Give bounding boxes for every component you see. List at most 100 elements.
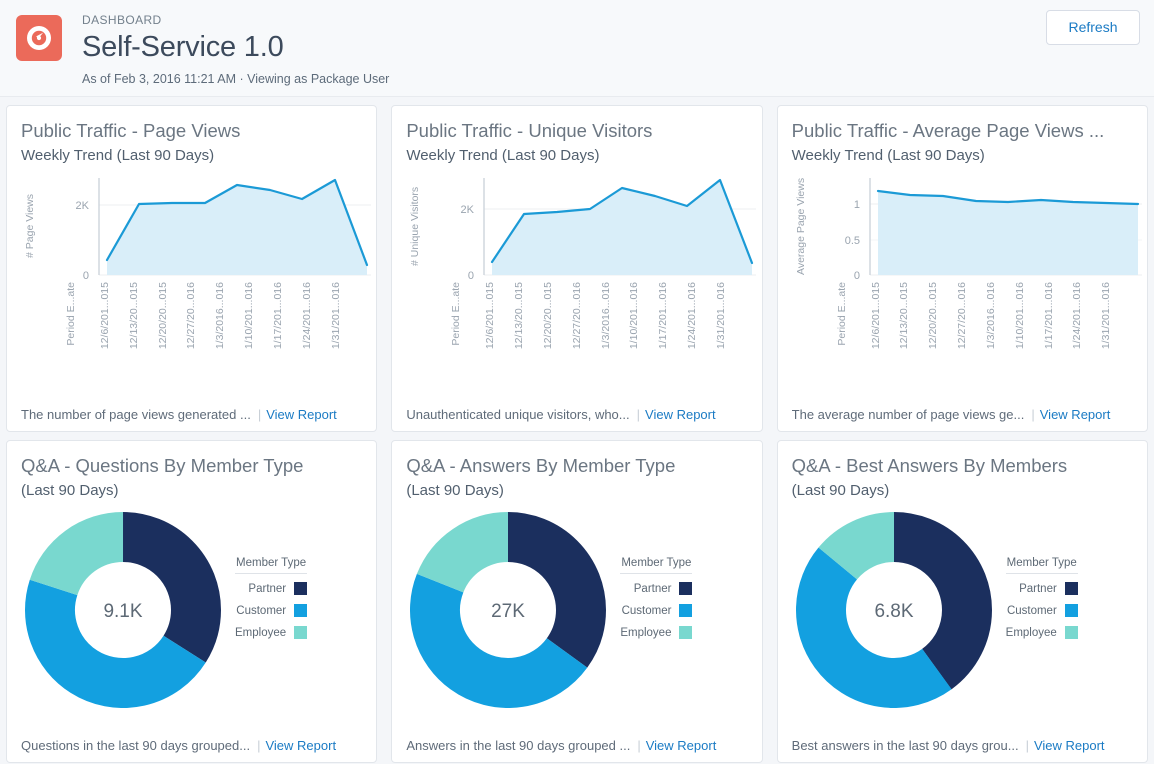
- dashboard-card-answers-by-member-type[interactable]: Q&A - Answers By Member Type (Last 90 Da…: [391, 440, 762, 763]
- x-tick-label: 1/31/201...016: [1100, 282, 1129, 349]
- x-axis-title: Period E...ate: [450, 282, 462, 346]
- x-tick-label: 1/3/2016...016: [214, 282, 243, 349]
- card-footer: Best answers in the last 90 days grou...…: [792, 728, 1135, 762]
- x-tick-label: 1/31/201...016: [330, 282, 359, 349]
- card-description: Answers in the last 90 days grouped ...: [406, 738, 630, 753]
- legend-item-employee[interactable]: Employee: [620, 622, 692, 644]
- legend-item-partner[interactable]: Partner: [620, 578, 692, 600]
- dashboard-status-subtitle: As of Feb 3, 2016 11:21 AM · Viewing as …: [82, 70, 1138, 88]
- legend-item-customer[interactable]: Customer: [235, 600, 307, 622]
- view-report-link[interactable]: View Report: [265, 738, 336, 753]
- x-tick-label: 12/6/201...015: [484, 282, 513, 349]
- card-description: The average number of page views ge...: [792, 407, 1025, 422]
- legend-item-employee[interactable]: Employee: [1006, 622, 1078, 644]
- legend-label: Employee: [1006, 627, 1057, 639]
- card-title: Public Traffic - Page Views: [21, 118, 362, 144]
- legend-title: Member Type: [620, 557, 692, 574]
- card-subtitle: Weekly Trend (Last 90 Days): [792, 144, 1133, 168]
- refresh-button[interactable]: Refresh: [1046, 10, 1140, 45]
- card-footer: Answers in the last 90 days grouped ... …: [406, 728, 749, 762]
- view-report-link[interactable]: View Report: [266, 407, 337, 422]
- card-title: Public Traffic - Unique Visitors: [406, 118, 747, 144]
- footer-separator: |: [637, 407, 640, 422]
- donut-legend: Member Type Partner Customer Employee: [620, 557, 692, 644]
- legend-swatch-partner: [1065, 582, 1078, 595]
- x-tick-label: 1/3/2016...016: [600, 282, 629, 349]
- legend-label: Customer: [236, 605, 286, 617]
- card-description: Questions in the last 90 days grouped...: [21, 738, 250, 753]
- dashboard-card-best-answers-by-members[interactable]: Q&A - Best Answers By Members (Last 90 D…: [777, 440, 1148, 763]
- x-tick-label: 1/24/201...016: [301, 282, 330, 349]
- svg-text:2K: 2K: [461, 204, 475, 216]
- donut-svg[interactable]: 6.8K: [796, 512, 992, 708]
- svg-text:1: 1: [854, 199, 860, 211]
- donut-legend: Member Type Partner Customer Employee: [1006, 557, 1078, 644]
- legend-item-partner[interactable]: Partner: [1006, 578, 1078, 600]
- dashboard-grid: Public Traffic - Page Views Weekly Trend…: [0, 97, 1154, 764]
- legend-label: Employee: [235, 627, 286, 639]
- dashboard-row-2: Q&A - Questions By Member Type (Last 90 …: [0, 436, 1154, 764]
- view-report-link[interactable]: View Report: [645, 407, 716, 422]
- legend-swatch-employee: [679, 626, 692, 639]
- card-subtitle: (Last 90 Days): [406, 479, 747, 503]
- legend-title: Member Type: [235, 557, 307, 574]
- dashboard-card-unique-visitors[interactable]: Public Traffic - Unique Visitors Weekly …: [391, 105, 762, 432]
- x-tick-label: 12/20/20...015: [927, 282, 956, 349]
- card-body: 6.8K Member Type Partner Customer: [792, 505, 1133, 762]
- legend-label: Customer: [1007, 605, 1057, 617]
- view-report-link[interactable]: View Report: [1034, 738, 1105, 753]
- legend-swatch-employee: [294, 626, 307, 639]
- x-axis-title: Period E...ate: [836, 282, 848, 346]
- legend-label: Customer: [622, 605, 672, 617]
- svg-text:0: 0: [83, 270, 89, 282]
- legend-label: Partner: [1019, 583, 1057, 595]
- legend-swatch-employee: [1065, 626, 1078, 639]
- x-tick-label: 1/24/201...016: [1071, 282, 1100, 349]
- legend-swatch-customer: [679, 604, 692, 617]
- x-axis-labels: 12/6/201...015 12/13/20...015 12/20/20..…: [484, 282, 743, 349]
- svg-text:0: 0: [468, 270, 474, 282]
- breadcrumb-dashboard: DASHBOARD: [82, 12, 1138, 28]
- x-tick-label: 12/13/20...015: [513, 282, 542, 349]
- x-tick-label: 1/31/201...016: [715, 282, 744, 349]
- x-axis-title: Period E...ate: [65, 282, 77, 346]
- svg-text:0: 0: [854, 270, 860, 282]
- dashboard-card-page-views[interactable]: Public Traffic - Page Views Weekly Trend…: [6, 105, 377, 432]
- legend-item-customer[interactable]: Customer: [620, 600, 692, 622]
- card-footer: The average number of page views ge... |…: [792, 397, 1135, 431]
- donut-chart-questions: 9.1K Member Type Partner Customer: [21, 505, 362, 715]
- x-axis-labels: 12/6/201...015 12/13/20...015 12/20/20..…: [99, 282, 358, 349]
- legend-item-customer[interactable]: Customer: [1006, 600, 1078, 622]
- card-body: 9.1K Member Type Partner Customer: [21, 505, 362, 762]
- dashboard-card-average-page-views[interactable]: Public Traffic - Average Page Views ... …: [777, 105, 1148, 432]
- legend-swatch-partner: [679, 582, 692, 595]
- footer-separator: |: [637, 738, 640, 753]
- x-tick-label: 1/10/201...016: [1014, 282, 1043, 349]
- legend-label: Partner: [634, 583, 672, 595]
- donut-svg[interactable]: 9.1K: [25, 512, 221, 708]
- footer-separator: |: [257, 738, 260, 753]
- x-tick-label: 12/20/20...015: [542, 282, 571, 349]
- page-header: DASHBOARD Self-Service 1.0 As of Feb 3, …: [0, 0, 1154, 97]
- svg-text:2K: 2K: [76, 200, 90, 212]
- x-tick-label: 12/27/20...016: [571, 282, 600, 349]
- x-tick-label: 12/27/20...016: [956, 282, 985, 349]
- legend-label: Partner: [248, 583, 286, 595]
- legend-item-partner[interactable]: Partner: [235, 578, 307, 600]
- legend-item-employee[interactable]: Employee: [235, 622, 307, 644]
- view-report-link[interactable]: View Report: [646, 738, 717, 753]
- dashboard-card-questions-by-member-type[interactable]: Q&A - Questions By Member Type (Last 90 …: [6, 440, 377, 763]
- donut-legend: Member Type Partner Customer Employee: [235, 557, 307, 644]
- donut-svg[interactable]: 27K: [410, 512, 606, 708]
- footer-separator: |: [1031, 407, 1034, 422]
- card-body: 27K Member Type Partner Customer: [406, 505, 747, 762]
- donut-center-value: 9.1K: [103, 601, 142, 622]
- legend-swatch-customer: [1065, 604, 1078, 617]
- svg-text:0.5: 0.5: [844, 235, 859, 247]
- area-chart-unique-visitors: # Unique Visitors 2K 0 Period E...ate 12…: [406, 170, 747, 360]
- view-report-link[interactable]: View Report: [1040, 407, 1111, 422]
- card-description: Best answers in the last 90 days grou...: [792, 738, 1019, 753]
- area-chart-plot: 2K 0: [21, 170, 371, 285]
- card-subtitle: Weekly Trend (Last 90 Days): [21, 144, 362, 168]
- card-footer: Questions in the last 90 days grouped...…: [21, 728, 364, 762]
